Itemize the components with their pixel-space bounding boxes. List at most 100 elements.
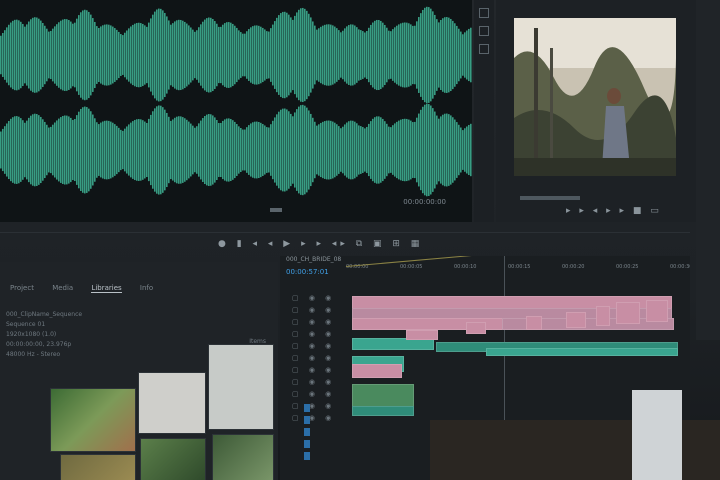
waveform-sample xyxy=(152,111,154,189)
waveform-sample xyxy=(158,8,160,102)
timeline-clip[interactable] xyxy=(466,322,486,334)
source-timecode: 00:00:00:00 xyxy=(403,198,446,206)
waveform-sample xyxy=(264,29,266,81)
waveform-sample xyxy=(466,30,468,80)
waveform-sample xyxy=(368,123,370,177)
waveform-sample xyxy=(412,25,414,85)
waveform-sample xyxy=(248,125,250,175)
track-header-a1[interactable]: ▢ ◉ ◉ xyxy=(280,330,346,342)
tool-icon[interactable] xyxy=(479,26,489,36)
tool-strip xyxy=(474,0,494,222)
audio-waveform-panel[interactable]: 00:00:00:00 xyxy=(0,0,472,222)
thumbnail[interactable] xyxy=(50,388,136,452)
tool-icon[interactable] xyxy=(479,8,489,18)
track-target-toggle[interactable] xyxy=(304,428,310,436)
program-scrub-bar[interactable] xyxy=(520,196,580,200)
waveform-sample xyxy=(230,22,232,88)
waveform-sample xyxy=(114,124,116,176)
waveform-sample xyxy=(24,26,26,84)
drag-handle-icon[interactable] xyxy=(270,208,282,212)
timeline-clip[interactable] xyxy=(646,300,668,322)
waveform-sample xyxy=(462,130,464,170)
timeline-clip[interactable] xyxy=(566,312,586,328)
waveform-sample xyxy=(20,21,22,89)
transport-buttons[interactable]: ● ▮ ◂ ◂ ▶ ▸ ▸ ◂▸ ⧉ ▣ ⊞ ▦ xyxy=(218,239,423,249)
timeline-clip[interactable] xyxy=(352,364,402,378)
track-header-a5[interactable]: ▢ ◉ ◉ xyxy=(280,378,346,390)
tab-project[interactable]: Project xyxy=(10,284,34,292)
thumbnail[interactable] xyxy=(140,438,206,480)
program-buttons[interactable]: ▸ ▸ ◂ ▸ ▸ ■ ▭ xyxy=(566,206,662,216)
timeline-clip[interactable] xyxy=(616,302,640,324)
waveform-sample xyxy=(258,121,260,179)
thumbnail[interactable] xyxy=(60,454,136,480)
waveform-sample xyxy=(220,26,222,84)
track-header-a3[interactable]: ▢ ◉ ◉ xyxy=(280,354,346,366)
waveform-sample xyxy=(464,32,466,78)
timeline-timecode[interactable]: 00:00:57:01 xyxy=(286,268,329,276)
track-header-a6[interactable]: ▢ ◉ ◉ xyxy=(280,390,346,402)
waveform-sample xyxy=(234,25,236,85)
waveform-sample xyxy=(236,124,238,176)
waveform-sample xyxy=(470,27,472,83)
waveform-sample xyxy=(158,105,160,195)
waveform-sample xyxy=(236,27,238,83)
timeline-clip[interactable] xyxy=(526,316,542,330)
waveform-sample xyxy=(360,30,362,80)
track-header-v3[interactable]: ▢ ◉ ◉ xyxy=(280,294,346,306)
track-target-toggle[interactable] xyxy=(304,440,310,448)
waveform-sample xyxy=(280,13,282,97)
waveform-sample xyxy=(334,26,336,84)
waveform-sample xyxy=(460,31,462,79)
waveform-sample xyxy=(286,12,288,98)
timeline-clip[interactable] xyxy=(486,348,678,356)
thumbnail[interactable] xyxy=(138,372,206,434)
tab-libraries[interactable]: Libraries xyxy=(91,284,122,293)
tab-media[interactable]: Media xyxy=(52,284,73,292)
waveform-sample xyxy=(278,111,280,189)
tab-info[interactable]: Info xyxy=(140,284,153,292)
thumbnail[interactable] xyxy=(212,434,274,480)
thumbnail[interactable] xyxy=(208,344,274,430)
waveform-sample xyxy=(14,19,16,91)
waveform-sample xyxy=(172,23,174,87)
waveform-sample xyxy=(206,18,208,92)
timeline-clip[interactable] xyxy=(406,330,438,340)
waveform-sample xyxy=(200,120,202,180)
waveform-sample xyxy=(428,7,430,103)
waveform-sample xyxy=(182,117,184,183)
track-target-toggle[interactable] xyxy=(304,404,310,412)
tool-icon[interactable] xyxy=(479,44,489,54)
waveform-sample xyxy=(352,120,354,180)
track-header-a2[interactable]: ▢ ◉ ◉ xyxy=(280,342,346,354)
waveform-sample xyxy=(242,33,244,77)
waveform-sample xyxy=(372,22,374,88)
waveform-sample xyxy=(32,114,34,186)
track-header-a4[interactable]: ▢ ◉ ◉ xyxy=(280,366,346,378)
waveform-sample xyxy=(30,115,32,185)
waveform-sample xyxy=(82,10,84,100)
waveform-sample xyxy=(32,17,34,93)
waveform-sample xyxy=(310,17,312,93)
video-preview[interactable] xyxy=(514,18,676,176)
track-header-v2[interactable]: ▢ ◉ ◉ xyxy=(280,306,346,318)
track-header-v1[interactable]: ▢ ◉ ◉ xyxy=(280,318,346,330)
track-header-a7[interactable]: ▢ ◉ ◉ xyxy=(280,402,346,414)
waveform-sample xyxy=(48,127,50,173)
waveform-sample xyxy=(18,20,20,90)
waveform-sample xyxy=(112,122,114,178)
info-line: 000_ClipName_Sequence xyxy=(6,311,83,318)
waveform-sample xyxy=(318,124,320,176)
timeline-clip[interactable] xyxy=(352,406,414,416)
waveform-sample xyxy=(304,105,306,195)
timeline-clip[interactable] xyxy=(596,306,610,326)
track-target-toggle[interactable] xyxy=(304,416,310,424)
waveform-sample xyxy=(84,106,86,194)
track-header-a8[interactable]: ▢ ◉ ◉ xyxy=(280,414,346,426)
waveform-sample xyxy=(240,127,242,173)
track-target-toggle[interactable] xyxy=(304,452,310,460)
sequence-name[interactable]: 000_CH_BRIDE_08 xyxy=(286,256,341,263)
waveform-sample xyxy=(404,118,406,182)
work-area-bar[interactable] xyxy=(345,256,689,267)
project-panel: Project Media Libraries Info 000_ClipNam… xyxy=(0,262,278,480)
